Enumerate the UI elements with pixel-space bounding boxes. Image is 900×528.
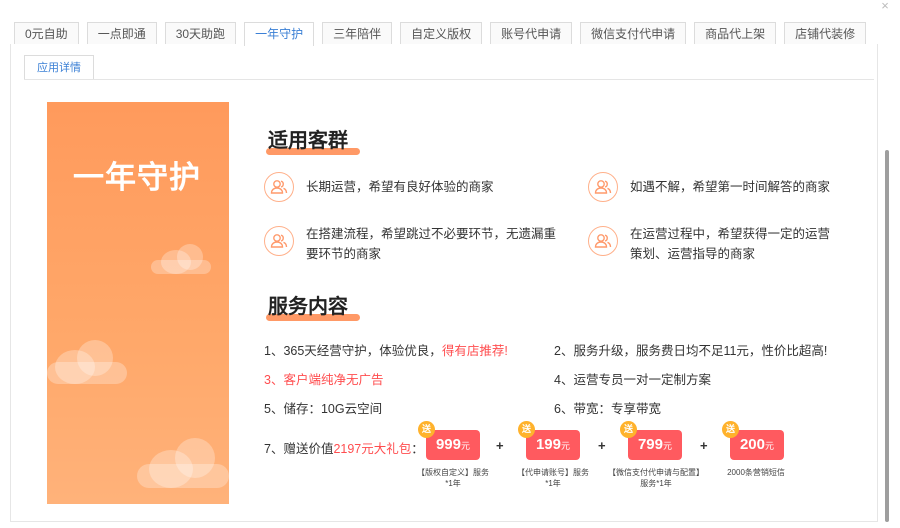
gift-tag-icon: 送 xyxy=(418,421,435,438)
tab-30-day-boost[interactable]: 30天助跑 xyxy=(164,22,237,44)
cloud-decoration-icon xyxy=(47,340,127,384)
audience-text: 如遇不解，希望第一时间解答的商家 xyxy=(630,180,831,194)
gift-tag-icon: 送 xyxy=(620,421,637,438)
tab-custom-copyright[interactable]: 自定义版权 xyxy=(400,22,483,44)
audience-item: 长期运营，希望有良好体验的商家 xyxy=(264,172,564,202)
cloud-decoration-icon xyxy=(137,438,229,488)
gift-caption: 【代申请账号】服务 *1年 xyxy=(517,468,589,488)
tab-product-listing[interactable]: 商品代上架 xyxy=(694,22,777,44)
service-text: 5、储存：10G云空间 xyxy=(264,402,383,416)
service-text: 4、运营专员一对一定制方案 xyxy=(554,373,711,387)
service-item: 6、带宽：专享带宽 xyxy=(554,398,661,417)
gift-badge: 送 199元 xyxy=(518,421,580,460)
plus-sign: + xyxy=(598,438,606,453)
service-item: 3、客户端纯净无广告 xyxy=(264,369,383,388)
product-banner: 一年守护 xyxy=(47,102,229,504)
banner-title: 一年守护 xyxy=(73,160,201,195)
gift-caption: 【微信支付代申请与配置】 服务*1年 xyxy=(608,468,704,488)
service-text: 2、服务升级，服务费日均不足11元，性价比超高! xyxy=(554,344,828,358)
plus-sign: + xyxy=(700,438,708,453)
tab-one-click[interactable]: 一点即通 xyxy=(86,22,157,44)
users-icon xyxy=(264,226,294,256)
gift-line-suffix: ： xyxy=(411,442,424,456)
close-icon[interactable]: × xyxy=(878,0,892,14)
tab-wechat-pay-application[interactable]: 微信支付代申请 xyxy=(580,22,687,44)
cloud-decoration-icon xyxy=(151,244,211,274)
service-item: 4、运营专员一对一定制方案 xyxy=(554,369,711,388)
service-item: 5、储存：10G云空间 xyxy=(264,398,382,417)
subtab-divider xyxy=(24,79,874,80)
users-icon xyxy=(588,226,618,256)
service-item: 2、服务升级，服务费日均不足11元，性价比超高! xyxy=(554,340,827,359)
service-text: 1、365天经营守护，体验优良， xyxy=(264,344,442,358)
audience-item: 如遇不解，希望第一时间解答的商家 xyxy=(588,172,838,202)
audience-text: 在搭建流程，希望跳过不必要环节，无遗漏重要环节的商家 xyxy=(306,227,557,261)
gift-badge: 送 200元 xyxy=(722,421,784,460)
users-icon xyxy=(588,172,618,202)
gift-caption: 【版权自定义】服务 *1年 xyxy=(417,468,489,488)
service-text: 6、带宽：专享带宽 xyxy=(554,402,661,416)
service-highlight: 得有店推荐! xyxy=(441,344,508,358)
gift-line-highlight: 2197元大礼包 xyxy=(333,442,412,456)
scrollbar-thumb[interactable] xyxy=(885,150,889,522)
gift-tag-icon: 送 xyxy=(518,421,535,438)
audience-item: 在搭建流程，希望跳过不必要环节，无遗漏重要环节的商家 xyxy=(264,224,556,264)
audience-text: 长期运营，希望有良好体验的商家 xyxy=(306,180,494,194)
tab-three-year-companion[interactable]: 三年陪伴 xyxy=(322,22,393,44)
gift-tag-icon: 送 xyxy=(722,421,739,438)
gift-line-prefix: 7、赠送价值 xyxy=(264,442,334,456)
tab-one-year-guard[interactable]: 一年守护 xyxy=(244,22,315,46)
top-tab-bar: 0元自助 一点即通 30天助跑 一年守护 三年陪伴 自定义版权 账号代申请 微信… xyxy=(14,22,874,46)
scrollbar[interactable] xyxy=(885,150,890,522)
service-text: 3、客户端纯净无广告 xyxy=(264,373,384,387)
tab-account-application[interactable]: 账号代申请 xyxy=(490,22,573,44)
gift-badge: 送 999元 xyxy=(418,421,480,460)
audience-section-title: 适用客群 xyxy=(266,124,360,155)
tab-0yuan-self-service[interactable]: 0元自助 xyxy=(14,22,79,44)
plus-sign: + xyxy=(496,438,504,453)
users-icon xyxy=(264,172,294,202)
gift-line: 7、赠送价值2197元大礼包： xyxy=(264,438,424,457)
tab-shop-decoration[interactable]: 店铺代装修 xyxy=(784,22,867,44)
gift-caption: 2000条营销短信 xyxy=(727,468,785,477)
gift-badge: 送 799元 xyxy=(620,421,682,460)
subtab-app-details[interactable]: 应用详情 xyxy=(24,55,94,80)
audience-item: 在运营过程中，希望获得一定的运营策划、运营指导的商家 xyxy=(588,224,838,264)
services-section-title: 服务内容 xyxy=(266,290,360,321)
audience-text: 在运营过程中，希望获得一定的运营策划、运营指导的商家 xyxy=(630,227,831,261)
service-item: 1、365天经营守护，体验优良，得有店推荐! xyxy=(264,340,508,359)
